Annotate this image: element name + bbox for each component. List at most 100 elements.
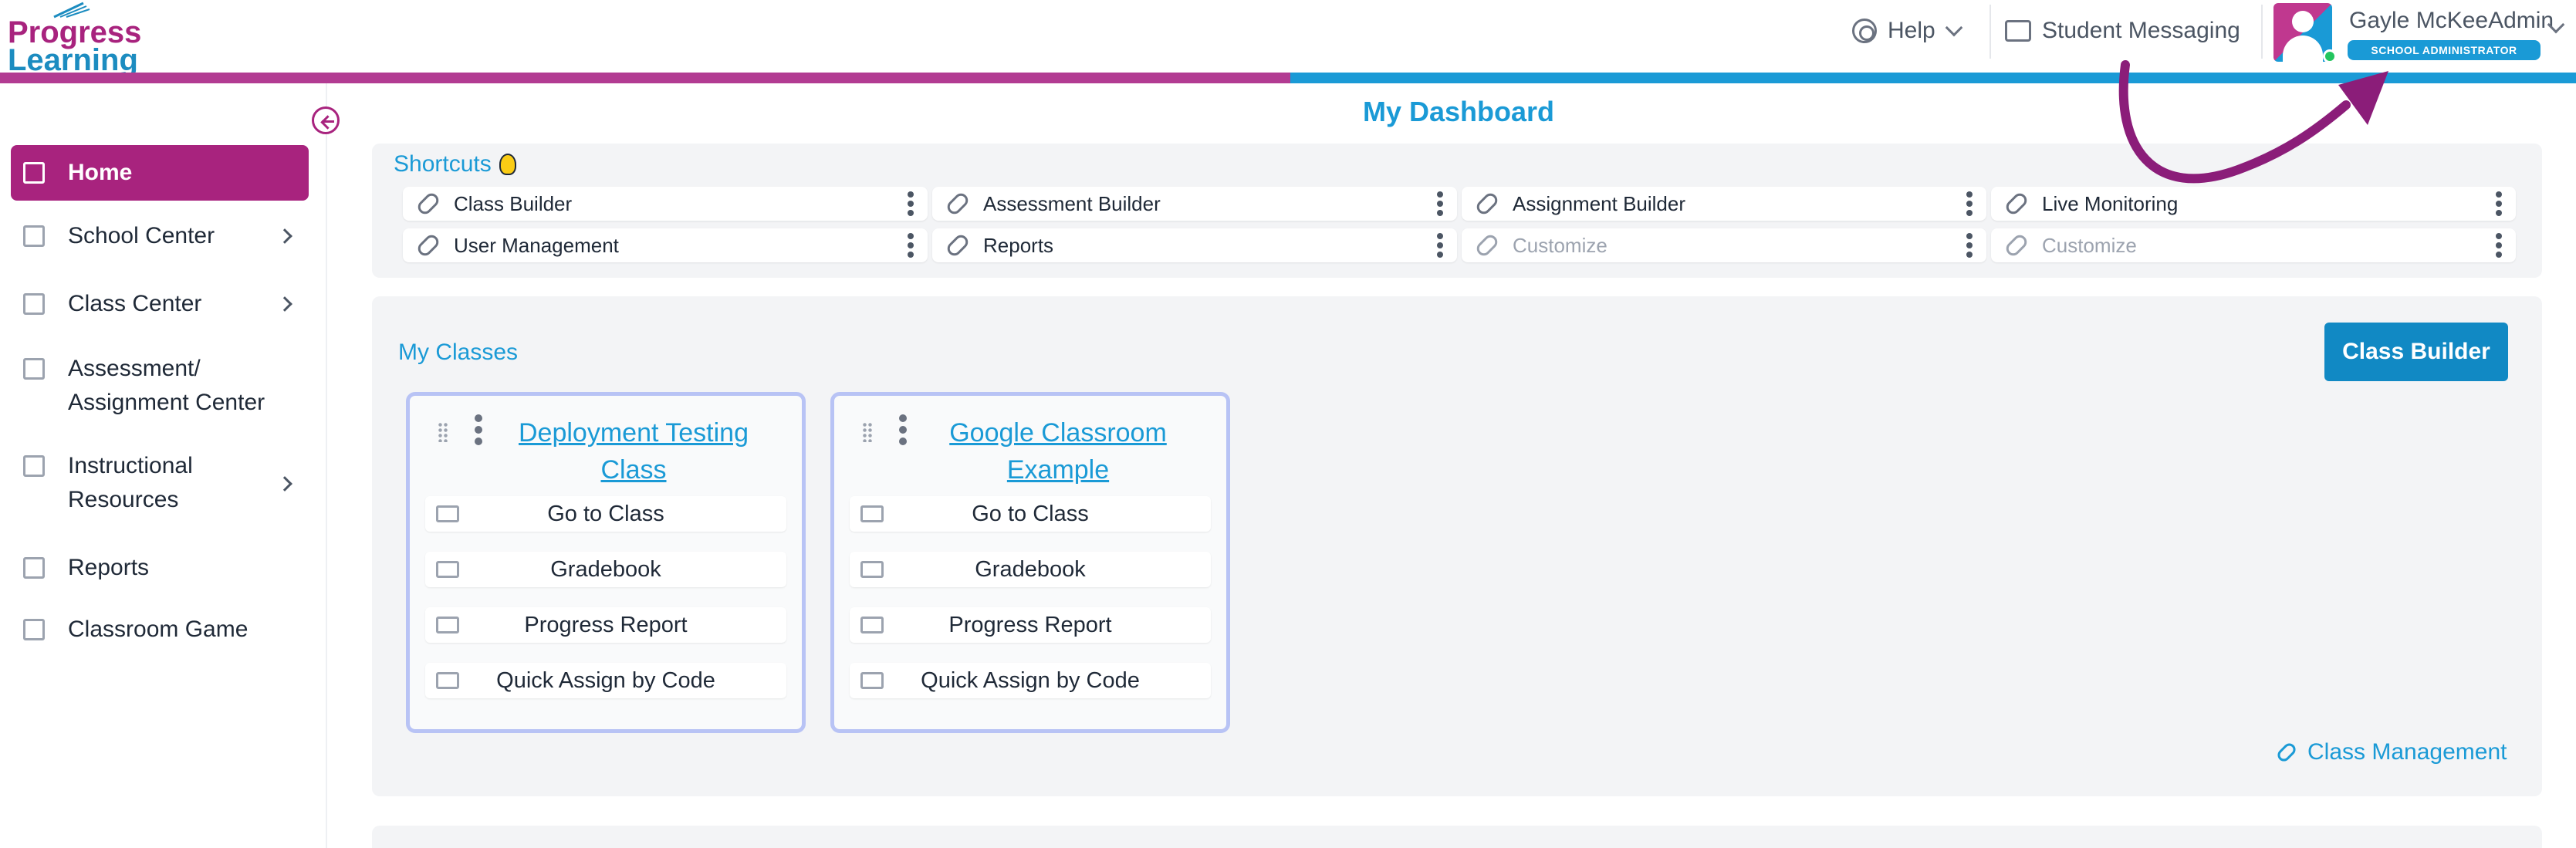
class-management-link[interactable]: Class Management: [2275, 739, 2507, 765]
my-classes-title: My Classes: [398, 340, 519, 365]
go-to-class-button[interactable]: Go to Class: [850, 496, 1211, 532]
shortcut-user-management[interactable]: User Management: [403, 228, 928, 262]
lightbulb-icon: [499, 154, 516, 175]
sidebar-item-instructional-resources[interactable]: Instructional Resources: [11, 449, 309, 517]
student-messaging-label: Student Messaging: [2042, 18, 2240, 43]
annotation-arrow-icon: [2118, 60, 2388, 184]
class-card: Deployment Testing Class Go to Class Gra…: [406, 392, 806, 733]
user-name: Gayle McKeeAdmin: [2349, 8, 2554, 33]
copy-icon: [436, 672, 459, 689]
kebab-menu-icon[interactable]: [2496, 233, 2502, 258]
dashboard-panel: [372, 826, 2542, 848]
book-icon: [23, 358, 45, 380]
gradebook-icon: [860, 561, 884, 578]
shortcut-assignment-builder[interactable]: Assignment Builder: [1462, 187, 1986, 221]
class-builder-button[interactable]: Class Builder: [2324, 323, 2508, 381]
report-icon: [23, 557, 45, 579]
shortcut-reports[interactable]: Reports: [932, 228, 1457, 262]
drag-handle-icon[interactable]: [438, 422, 448, 442]
kebab-menu-icon[interactable]: [899, 414, 907, 445]
sidebar-item-reports[interactable]: Reports: [11, 545, 309, 591]
resources-icon: [23, 455, 45, 477]
collapse-sidebar-icon[interactable]: [312, 106, 340, 134]
home-icon: [23, 162, 45, 184]
chat-icon: [2005, 20, 2031, 42]
sidebar-item-label: Classroom Game: [68, 617, 248, 642]
student-messaging-button[interactable]: Student Messaging: [2005, 15, 2240, 46]
sidebar-item-assessment-center[interactable]: Assessment/ Assignment Center: [11, 352, 309, 420]
sidebar-item-label: Class Center: [68, 291, 202, 316]
sidebar-item-label-line2: Assignment Center: [68, 390, 265, 415]
class-title-line1: Deployment Testing: [519, 418, 749, 448]
sidebar-item-label-line2: Resources: [68, 487, 179, 512]
school-icon: [23, 225, 45, 247]
chevron-down-icon: [1945, 19, 1963, 37]
logo-text-learning: Learning: [8, 43, 138, 77]
quick-assign-button[interactable]: Quick Assign by Code: [850, 663, 1211, 698]
sidebar-item-class-center[interactable]: Class Center: [11, 281, 309, 327]
link-icon: [415, 191, 441, 217]
link-icon: [945, 232, 971, 258]
sidebar-item-label: School Center: [68, 223, 215, 248]
kebab-menu-icon[interactable]: [2496, 191, 2502, 216]
shortcut-label: Customize: [1513, 233, 1607, 257]
class-management-label: Class Management: [2307, 739, 2507, 765]
copy-icon: [860, 672, 884, 689]
kebab-menu-icon[interactable]: [1437, 191, 1443, 216]
quick-assign-button[interactable]: Quick Assign by Code: [425, 663, 786, 698]
shortcut-assessment-builder[interactable]: Assessment Builder: [932, 187, 1457, 221]
link-icon: [415, 232, 441, 258]
shortcut-label: Customize: [2042, 233, 2137, 257]
kebab-menu-icon[interactable]: [1966, 191, 1973, 216]
class-icon: [23, 293, 45, 315]
header-divider: [2261, 5, 2263, 59]
button-label: Gradebook: [975, 556, 1086, 582]
link-icon: [945, 191, 971, 217]
drag-handle-icon[interactable]: [862, 422, 873, 442]
sidebar-item-home[interactable]: Home: [11, 145, 309, 201]
gradebook-button[interactable]: Gradebook: [425, 552, 786, 587]
button-label: Quick Assign by Code: [496, 667, 715, 693]
link-icon: [2275, 741, 2298, 764]
shortcut-customize[interactable]: Customize: [1991, 228, 2516, 262]
gradebook-icon: [436, 561, 459, 578]
class-title-link[interactable]: Deployment Testing Class: [487, 414, 780, 488]
sidebar-item-school-center[interactable]: School Center: [11, 213, 309, 259]
shortcut-class-builder[interactable]: Class Builder: [403, 187, 928, 221]
chevron-right-icon: [277, 228, 292, 244]
my-classes-panel: My Classes Class Builder Deployment Test…: [372, 296, 2542, 796]
kebab-menu-icon[interactable]: [475, 414, 482, 445]
link-icon: [1474, 191, 1500, 217]
game-icon: [23, 619, 45, 640]
trend-chart-icon: [436, 617, 459, 633]
link-icon: [2003, 191, 2030, 217]
kebab-menu-icon[interactable]: [908, 191, 914, 216]
go-to-class-button[interactable]: Go to Class: [425, 496, 786, 532]
link-icon: [1474, 232, 1500, 258]
class-title-line2: Class: [600, 455, 667, 485]
progress-report-button[interactable]: Progress Report: [425, 607, 786, 643]
class-title-link[interactable]: Google Classroom Example: [911, 414, 1205, 488]
gradebook-button[interactable]: Gradebook: [850, 552, 1211, 587]
shortcut-customize[interactable]: Customize: [1462, 228, 1986, 262]
chevron-right-icon: [277, 296, 292, 312]
sidebar-item-classroom-game[interactable]: Classroom Game: [11, 606, 309, 653]
help-menu[interactable]: Help: [1852, 15, 1963, 46]
lifebuoy-icon: [1852, 19, 1877, 43]
kebab-menu-icon[interactable]: [1966, 233, 1973, 258]
progress-learning-logo[interactable]: Progress Learning: [8, 2, 141, 76]
progress-report-button[interactable]: Progress Report: [850, 607, 1211, 643]
sidebar-item-label: Instructional: [68, 453, 193, 478]
users-icon: [860, 505, 884, 522]
shortcut-label: Reports: [983, 233, 1054, 257]
chevron-right-icon: [277, 476, 292, 492]
page-title: My Dashboard: [1363, 96, 1555, 127]
link-icon: [2003, 232, 2030, 258]
shortcut-label: Class Builder: [454, 191, 573, 215]
kebab-menu-icon[interactable]: [1437, 233, 1443, 258]
shortcuts-heading: Shortcuts: [394, 151, 492, 177]
header-divider: [1989, 5, 1991, 59]
button-label: Progress Report: [948, 612, 1112, 637]
help-label: Help: [1888, 18, 1935, 43]
kebab-menu-icon[interactable]: [908, 233, 914, 258]
